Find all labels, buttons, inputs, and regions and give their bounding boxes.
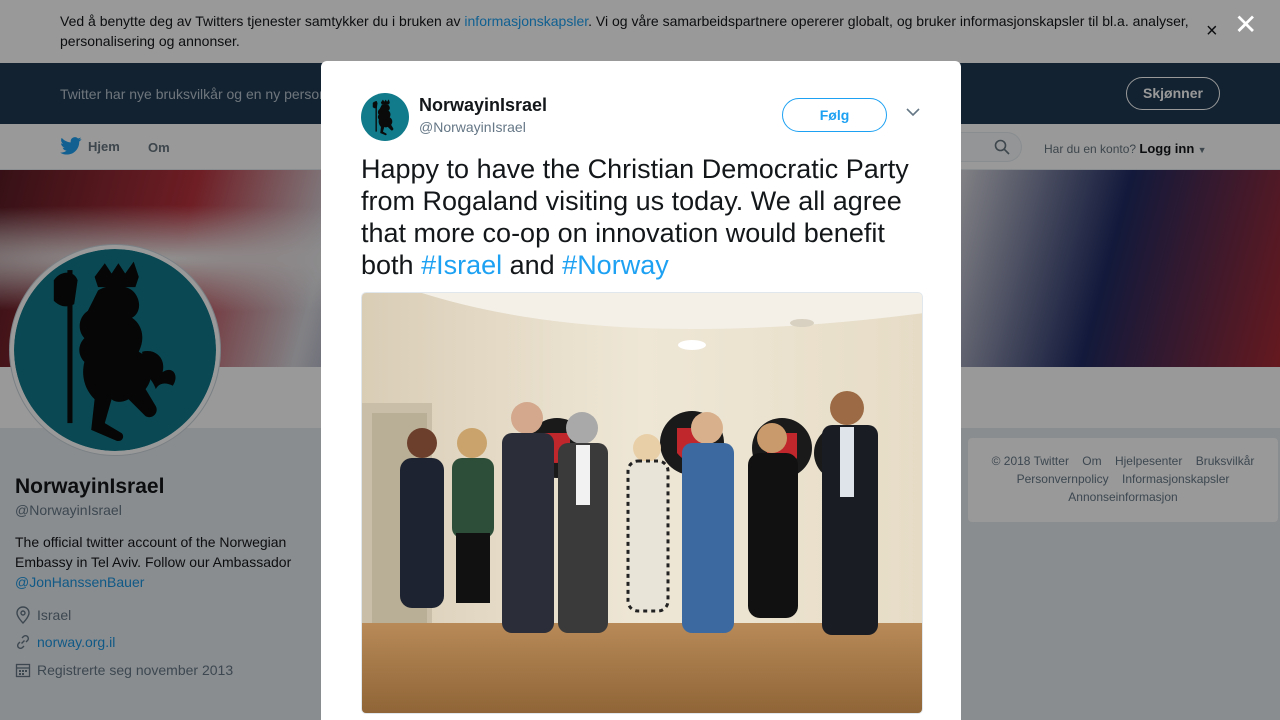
group-photo-image <box>362 293 922 713</box>
tweet-author-avatar[interactable] <box>361 93 409 141</box>
close-icon[interactable]: ✕ <box>1234 11 1257 39</box>
tweet-author-handle[interactable]: @NorwayinIsrael <box>419 119 526 135</box>
hashtag-link-norway[interactable]: #Norway <box>562 250 669 280</box>
tweet-body-conjunction: and <box>502 250 563 280</box>
tweet-text: Happy to have the Christian Democratic P… <box>361 153 931 281</box>
follow-button[interactable]: Følg <box>782 98 887 132</box>
tweet-photo[interactable] <box>361 292 923 714</box>
tweet-author-name[interactable]: NorwayinIsrael <box>419 95 547 116</box>
lion-icon <box>372 99 394 136</box>
tweet-modal: NorwayinIsrael @NorwayinIsrael Følg Happ… <box>321 61 961 720</box>
hashtag-link-israel[interactable]: #Israel <box>421 250 502 280</box>
chevron-down-icon[interactable] <box>905 107 921 117</box>
